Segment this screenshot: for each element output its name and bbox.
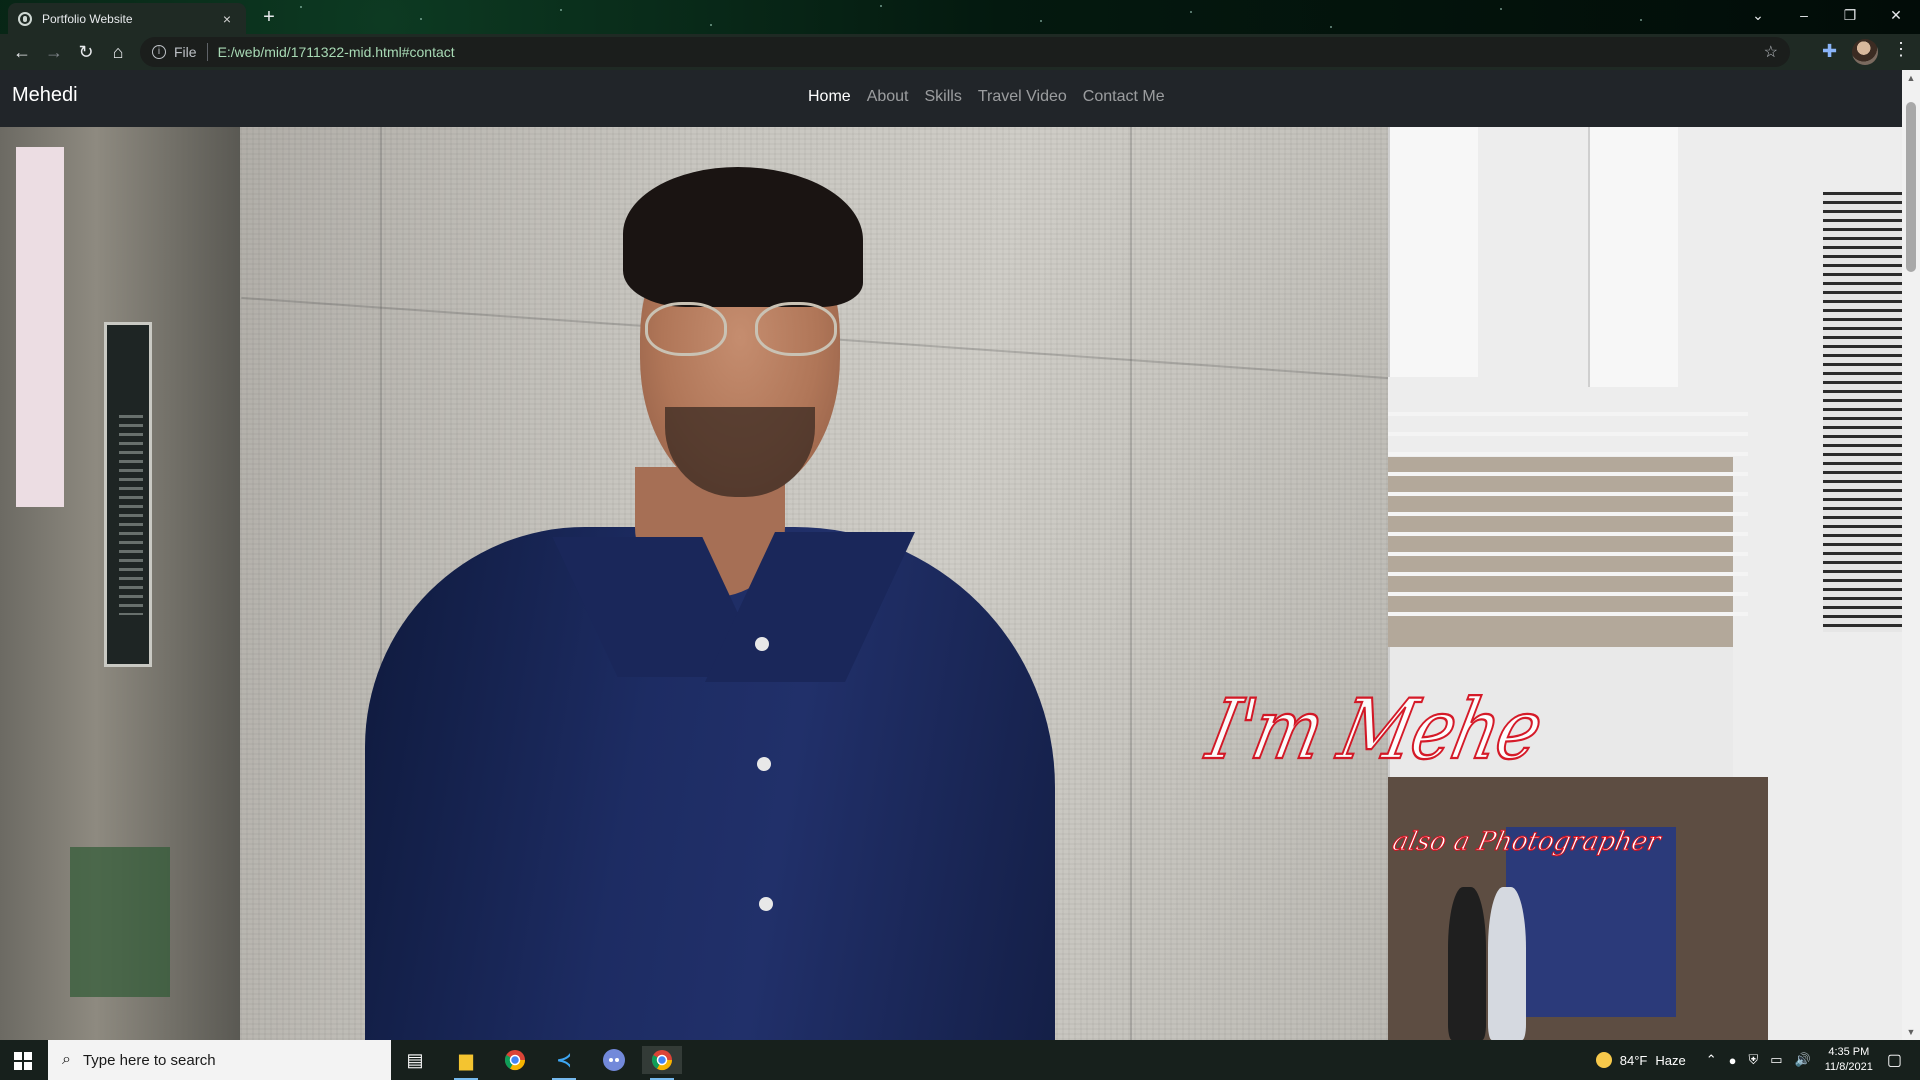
system-tray: 84°F Haze ⌃ ● ⛨ ▭ 🔊 4:35 PM 11/8/2021 ▢ [1595,1040,1920,1080]
task-view-icon[interactable]: ▤ [395,1046,435,1074]
taskbar-search-placeholder: Type here to search [82,1051,216,1069]
notifications-icon[interactable]: ▢ [1887,1050,1902,1070]
vscode-icon[interactable]: ≺ [544,1046,584,1080]
hero-portrait [345,127,1065,1040]
web-page: Mehedi Home About Skills Travel Video Co… [0,70,1920,1040]
page-scrollbar[interactable]: ▲ ▼ [1902,70,1920,1040]
scroll-thumb[interactable] [1906,102,1916,272]
nav-travel-video[interactable]: Travel Video [978,88,1067,106]
start-icon[interactable] [14,1052,32,1070]
site-navbar: Mehedi Home About Skills Travel Video Co… [0,70,1902,127]
url-scheme: File [174,44,197,60]
forward-icon[interactable]: → [38,36,70,68]
reload-icon[interactable]: ↻ [70,36,102,68]
back-icon[interactable]: ← [6,36,38,68]
taskbar-clock[interactable]: 4:35 PM 11/8/2021 [1825,1045,1873,1075]
info-icon[interactable]: i [152,45,166,59]
restore-icon[interactable]: ❐ [1827,0,1873,30]
hero-photo: I'm Mehe also a Photographer [0,127,1902,1040]
browser-tabstrip: Portfolio Website × + ⌄ – ❐ ✕ [0,0,1920,34]
site-brand[interactable]: Mehedi [12,84,78,107]
nav-about[interactable]: About [867,88,909,106]
chrome-icon[interactable] [495,1046,535,1074]
weather-temp[interactable]: 84°F [1620,1053,1648,1068]
tab-favicon-icon [18,11,32,26]
nav-home[interactable]: Home [808,88,851,106]
window-close-icon[interactable]: ✕ [1873,0,1919,30]
clock-date: 11/8/2021 [1824,1061,1873,1073]
bookmark-star-icon[interactable]: ☆ [1764,42,1778,62]
extensions-icon[interactable]: ✚ [1822,41,1837,62]
nav-contact-me[interactable]: Contact Me [1083,88,1165,106]
tray-chevron-icon[interactable]: ⌃ [1706,1052,1717,1068]
address-divider [206,43,208,61]
volume-icon[interactable]: 🔊 [1795,1052,1811,1068]
profile-avatar[interactable] [1852,39,1878,65]
clock-time: 4:35 PM [1828,1046,1870,1058]
address-bar[interactable]: i File E:/web/mid/1711322-mid.html#conta… [140,37,1790,67]
weather-condition[interactable]: Haze [1655,1053,1685,1068]
network-icon[interactable]: ▭ [1770,1052,1782,1068]
hero-building [1388,127,1902,1040]
microphone-icon[interactable]: ● [1729,1053,1737,1068]
browser-toolbar: ← → ↻ ⌂ i File E:/web/mid/1711322-mid.ht… [0,34,1920,70]
nav-skills[interactable]: Skills [925,88,962,106]
hero-title: I'm Mehe [1199,680,1550,779]
security-icon[interactable]: ⛨ [1749,1052,1759,1068]
url-text[interactable]: E:/web/mid/1711322-mid.html#contact [218,44,455,60]
nav-links: Home About Skills Travel Video Contact M… [808,88,1165,106]
hero-left-wall [0,127,240,1040]
scroll-down-icon[interactable]: ▼ [1902,1024,1920,1040]
menu-icon[interactable]: ⋮ [1892,39,1910,60]
weather-icon[interactable] [1595,1052,1612,1068]
chrome-active-icon[interactable] [642,1046,682,1080]
browser-tab[interactable]: Portfolio Website × [8,3,246,34]
home-icon[interactable]: ⌂ [102,36,134,68]
discord-icon[interactable] [594,1046,634,1074]
tab-title: Portfolio Website [42,11,133,26]
windows-taskbar: ⌕ Type here to search ▤ ▆ ≺ 84°F Haze ⌃ … [0,1040,1920,1080]
scroll-up-icon[interactable]: ▲ [1902,70,1920,86]
taskbar-search[interactable]: ⌕ Type here to search [48,1040,391,1080]
new-tab-icon[interactable]: + [256,5,282,31]
file-explorer-icon[interactable]: ▆ [446,1046,486,1080]
search-icon: ⌕ [62,1051,71,1068]
tab-close-icon[interactable]: × [218,11,236,27]
minimize-icon[interactable]: – [1781,0,1827,30]
hero-subtitle: also a Photographer [1389,827,1663,858]
tab-search-icon[interactable]: ⌄ [1735,0,1781,30]
